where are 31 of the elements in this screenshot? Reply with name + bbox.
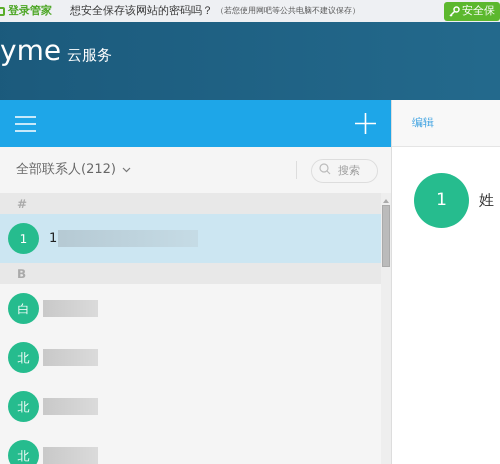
redaction-mask bbox=[43, 349, 98, 366]
contact-avatar: 1 bbox=[8, 223, 39, 254]
menu-icon[interactable] bbox=[15, 116, 36, 132]
section-letter: B bbox=[17, 266, 26, 282]
contact-filter-dropdown[interactable]: 全部联系人(212) bbox=[16, 160, 131, 180]
field-label: 姓 bbox=[479, 190, 494, 212]
search-field[interactable]: 搜索 bbox=[311, 158, 378, 183]
add-icon[interactable] bbox=[355, 113, 376, 134]
redaction-mask bbox=[43, 398, 98, 415]
brand-label[interactable]: 登录管家 bbox=[8, 2, 52, 20]
contact-avatar-large: 1 bbox=[414, 173, 469, 228]
redaction-mask bbox=[43, 300, 98, 317]
section-letter: # bbox=[17, 196, 28, 212]
scrollbar-thumb[interactable] bbox=[382, 205, 390, 267]
contact-avatar: 北 bbox=[8, 391, 39, 422]
edit-link[interactable]: 编辑 bbox=[412, 114, 434, 132]
contact-row[interactable]: 1 1 bbox=[0, 214, 381, 263]
contact-avatar: 北 bbox=[8, 342, 39, 373]
contact-name: 1 bbox=[49, 230, 58, 248]
contact-avatar: 白 bbox=[8, 293, 39, 324]
service-title: 云服务 bbox=[67, 45, 112, 66]
contact-avatar: 北 bbox=[8, 440, 39, 464]
search-icon bbox=[319, 163, 331, 176]
save-note: （若您使用网吧等公共电脑不建议保存） bbox=[216, 5, 360, 17]
secure-save-button[interactable]: 安全保 bbox=[444, 2, 500, 20]
key-icon bbox=[449, 6, 460, 16]
logo-text: yme bbox=[0, 35, 62, 67]
chevron-down-icon bbox=[122, 167, 131, 173]
redaction-mask bbox=[43, 447, 98, 464]
scroll-up-icon[interactable] bbox=[383, 199, 389, 203]
save-prompt: 想安全保存该网站的密码吗？ bbox=[70, 2, 213, 19]
